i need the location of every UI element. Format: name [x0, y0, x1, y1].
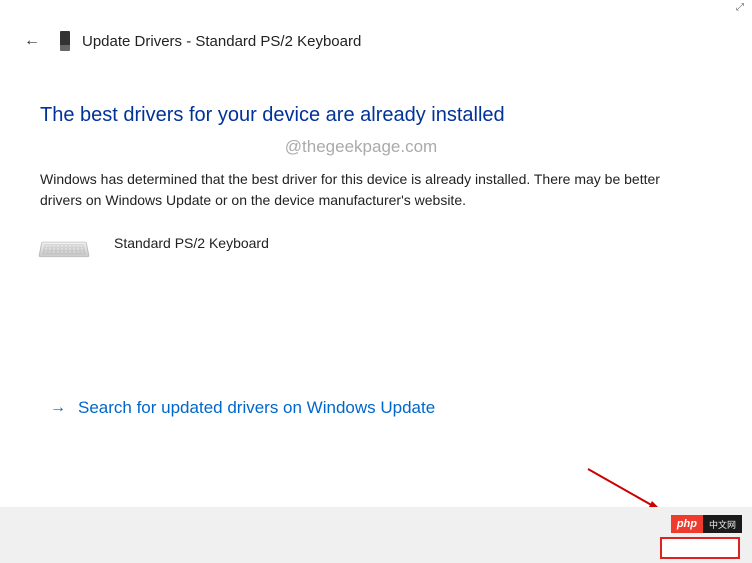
back-arrow-icon[interactable]: ← [20, 28, 44, 54]
window-title: Update Drivers - Standard PS/2 Keyboard [82, 33, 361, 50]
arrow-right-icon: → [50, 399, 66, 417]
window-control-hint: ⤢ [736, 2, 744, 13]
badge-left: php [671, 515, 703, 533]
link-text: Search for updated drivers on Windows Up… [78, 398, 435, 418]
device-icon [60, 31, 70, 51]
close-button[interactable] [660, 537, 740, 559]
description-text: Windows has determined that the best dri… [40, 169, 680, 211]
content-area: The best drivers for your device are alr… [0, 64, 752, 255]
device-row: Standard PS/2 Keyboard [40, 235, 712, 255]
search-windows-update-link[interactable]: → Search for updated drivers on Windows … [50, 398, 435, 418]
footer-bar: php 中文网 [0, 507, 752, 563]
watermark-text: @thegeekpage.com [10, 137, 712, 157]
device-name-label: Standard PS/2 Keyboard [114, 235, 269, 251]
badge-right: 中文网 [703, 515, 742, 533]
keyboard-icon [38, 242, 89, 257]
php-badge: php 中文网 [671, 515, 742, 533]
header-bar: ← Update Drivers - Standard PS/2 Keyboar… [0, 0, 752, 64]
page-heading: The best drivers for your device are alr… [40, 104, 712, 127]
